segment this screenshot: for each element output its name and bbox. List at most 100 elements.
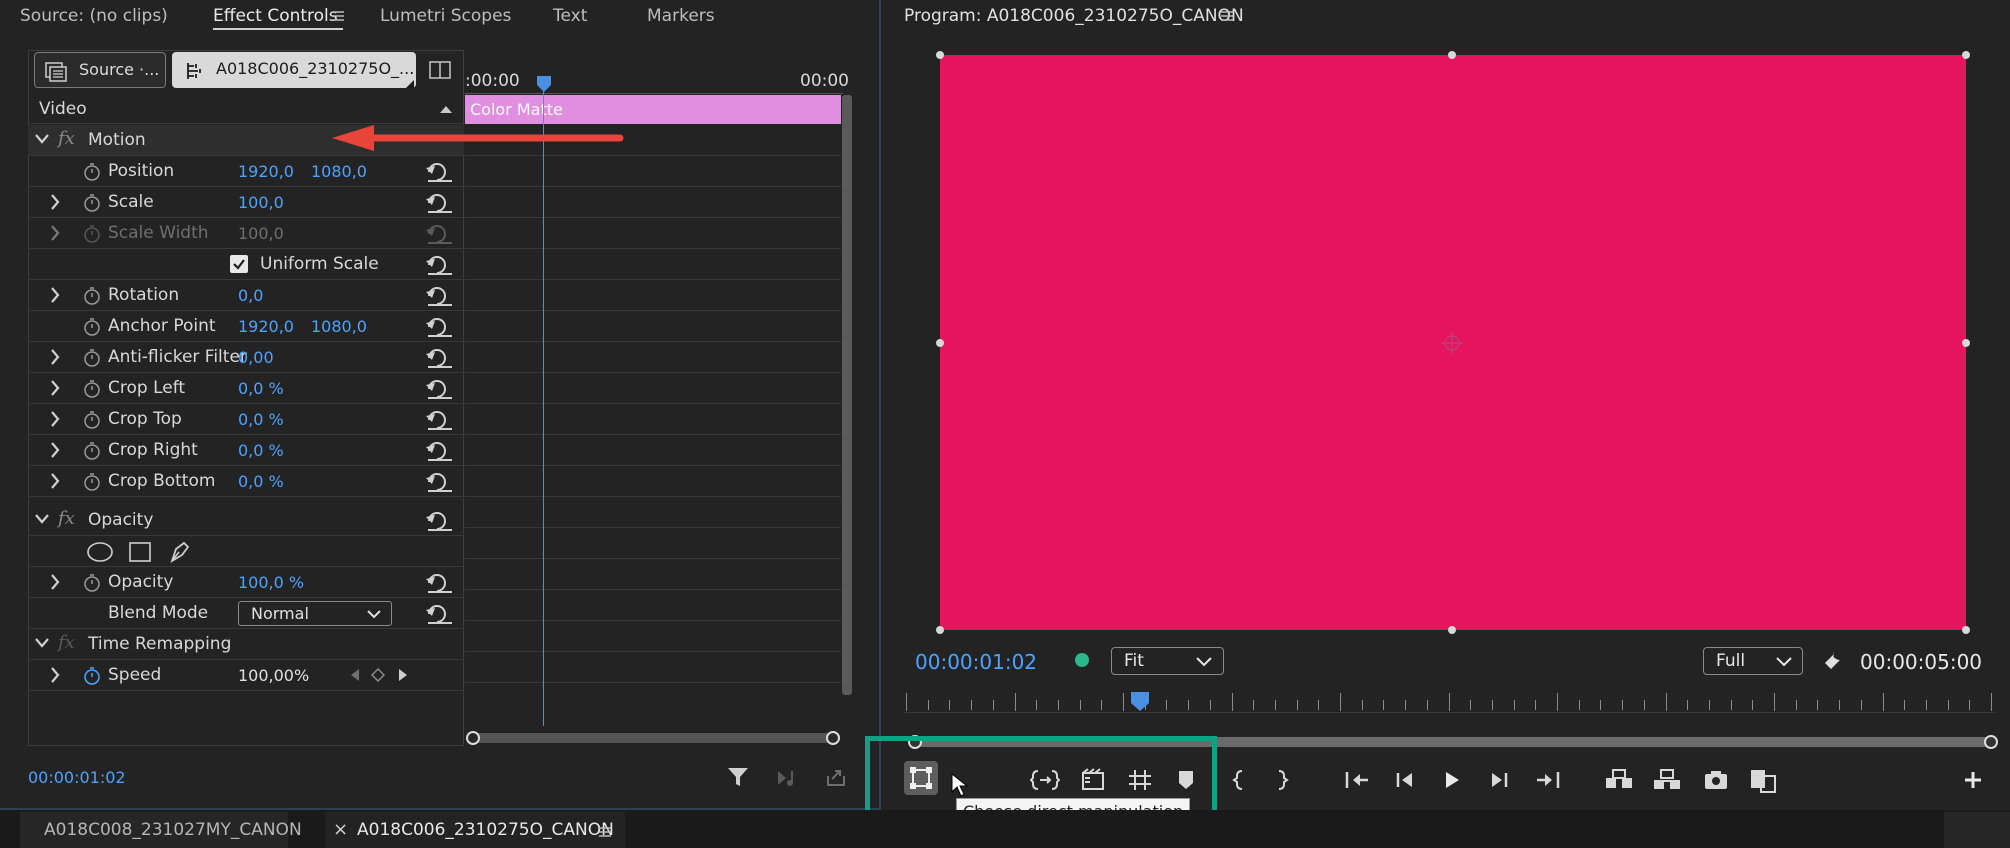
stopwatch-icon[interactable]	[83, 348, 101, 368]
program-current-timecode[interactable]: 00:00:01:02	[915, 650, 1037, 674]
speed-row[interactable]: Speed 100,00%	[28, 660, 464, 691]
transform-handle[interactable]	[936, 339, 944, 347]
transform-handle[interactable]	[936, 626, 944, 634]
reset-icon[interactable]	[426, 286, 454, 306]
tab-lumetri-scopes[interactable]: Lumetri Scopes	[380, 0, 511, 34]
transform-handle[interactable]	[1962, 51, 1970, 59]
stopwatch-active-icon[interactable]	[83, 666, 101, 686]
reset-icon[interactable]	[426, 317, 454, 337]
chevron-right-icon[interactable]	[50, 442, 60, 458]
property-row[interactable]: Scale 100,0	[28, 187, 464, 218]
reset-icon[interactable]	[426, 255, 454, 275]
chevron-down-icon[interactable]	[35, 514, 49, 524]
stopwatch-icon[interactable]	[83, 162, 101, 182]
chevron-right-icon[interactable]	[50, 380, 60, 396]
panel-divider[interactable]	[879, 0, 881, 810]
property-value[interactable]: 1920,0	[238, 162, 294, 181]
reset-icon[interactable]	[426, 379, 454, 399]
property-row[interactable]: Anti-flicker Filter 0,00	[28, 342, 464, 373]
chevron-right-icon[interactable]	[50, 225, 60, 241]
transform-handle[interactable]	[1448, 51, 1456, 59]
property-row[interactable]: Scale Width 100,0	[28, 218, 464, 249]
reset-icon[interactable]	[426, 193, 454, 213]
comparison-view-icon[interactable]	[1749, 768, 1777, 794]
scroll-handle-right[interactable]	[826, 731, 840, 745]
stopwatch-icon[interactable]	[83, 317, 101, 337]
transform-handle[interactable]	[1962, 626, 1970, 634]
property-value[interactable]: 100,0	[238, 193, 284, 212]
pen-mask-icon[interactable]	[168, 539, 192, 565]
ec-playhead-handle[interactable]	[537, 76, 551, 92]
chevron-right-icon[interactable]	[50, 287, 60, 303]
property-value[interactable]: 0,0	[238, 286, 263, 305]
mark-out-icon[interactable]	[1275, 768, 1289, 792]
property-row[interactable]: Rotation 0,0	[28, 280, 464, 311]
step-back-icon[interactable]	[1394, 768, 1416, 792]
chevron-right-icon[interactable]	[50, 349, 60, 365]
property-row[interactable]: Anchor Point 1920,0 1080,0	[28, 311, 464, 342]
reset-icon[interactable]	[426, 162, 454, 182]
filter-icon[interactable]	[727, 766, 749, 788]
opacity-group-row[interactable]: fx Opacity	[28, 505, 464, 536]
transform-handle[interactable]	[1962, 339, 1970, 347]
chevron-down-icon[interactable]	[35, 134, 49, 144]
reset-icon[interactable]	[426, 410, 454, 430]
stopwatch-icon[interactable]	[83, 379, 101, 399]
stopwatch-icon[interactable]	[83, 193, 101, 213]
camera-icon[interactable]	[1703, 768, 1729, 792]
rect-mask-icon[interactable]	[128, 541, 152, 563]
go-to-in-icon[interactable]	[1344, 768, 1370, 792]
reset-icon[interactable]	[426, 472, 454, 492]
scroll-handle-left[interactable]	[466, 731, 480, 745]
property-row[interactable]: Crop Top 0,0 %	[28, 404, 464, 435]
go-to-out-icon[interactable]	[1535, 768, 1561, 792]
property-value[interactable]: 0,00	[238, 348, 274, 367]
stopwatch-icon[interactable]	[83, 573, 101, 593]
property-row[interactable]: Crop Left 0,0 %	[28, 373, 464, 404]
extract-icon[interactable]	[1652, 768, 1682, 792]
transform-handle[interactable]	[936, 51, 944, 59]
program-menu-icon[interactable]	[1220, 9, 1234, 23]
step-forward-icon[interactable]	[1488, 768, 1510, 792]
sequence-tab-1[interactable]: A018C008_231027MY_CANON	[20, 812, 302, 848]
reset-icon[interactable]	[426, 511, 454, 531]
close-tab-icon[interactable]: ×	[333, 819, 348, 840]
property-value[interactable]: 0,0 %	[238, 441, 284, 460]
program-playhead[interactable]	[1130, 692, 1150, 712]
property-row[interactable]: Position 1920,0 1080,0	[28, 156, 464, 187]
collapse-up-icon[interactable]	[440, 105, 452, 113]
next-keyframe-icon[interactable]	[398, 668, 408, 682]
time-remapping-group-row[interactable]: fx Time Remapping	[28, 629, 464, 660]
sequence-clip-button[interactable]: A018C006_2310275O_...	[172, 52, 416, 88]
blend-mode-dropdown[interactable]: Normal	[238, 601, 392, 626]
opacity-property-row[interactable]: Opacity 100,0 %	[28, 567, 464, 598]
property-row[interactable]: Crop Right 0,0 %	[28, 435, 464, 466]
play-icon[interactable]	[1442, 768, 1462, 792]
anchor-point-icon[interactable]	[1440, 331, 1464, 355]
reset-icon[interactable]	[426, 441, 454, 461]
effect-controls-menu-icon[interactable]	[331, 9, 345, 23]
chevron-right-icon[interactable]	[50, 473, 60, 489]
chevron-right-icon[interactable]	[50, 194, 60, 210]
chevron-right-icon[interactable]	[50, 411, 60, 427]
property-value[interactable]: 0,0 %	[238, 410, 284, 429]
property-value-2[interactable]: 1080,0	[311, 162, 367, 181]
sequence-menu-icon[interactable]	[598, 825, 612, 839]
transform-handle[interactable]	[1448, 626, 1456, 634]
stopwatch-icon[interactable]	[83, 410, 101, 430]
stopwatch-icon[interactable]	[83, 286, 101, 306]
stopwatch-icon[interactable]	[83, 441, 101, 461]
tab-text[interactable]: Text	[553, 0, 587, 34]
wrench-icon[interactable]	[1820, 649, 1844, 673]
property-row[interactable]: Uniform Scale	[28, 249, 464, 280]
reset-icon[interactable]	[426, 348, 454, 368]
zoom-handle-right[interactable]	[1984, 735, 1998, 749]
plus-icon[interactable]	[1962, 768, 1984, 792]
toggle-timeline-view-icon[interactable]	[428, 59, 452, 81]
fit-dropdown[interactable]: Fit	[1111, 647, 1224, 675]
resolution-dropdown[interactable]: Full	[1703, 647, 1803, 675]
stopwatch-icon[interactable]	[83, 472, 101, 492]
color-matte-clip-bar[interactable]: Color Matte	[465, 95, 841, 124]
sequence-tab-2[interactable]: × A018C006_2310275O_CANON	[325, 812, 625, 848]
tab-source[interactable]: Source: (no clips)	[20, 0, 168, 34]
